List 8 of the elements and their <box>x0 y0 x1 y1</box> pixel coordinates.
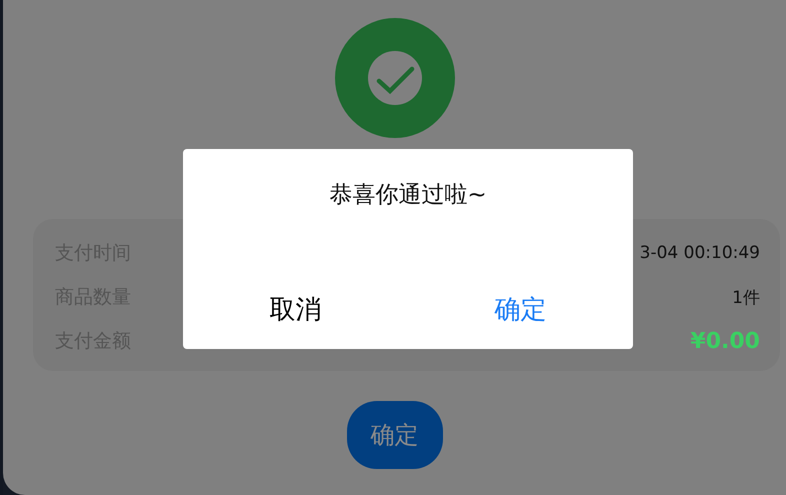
dialog-title: 恭喜你通过啦~ <box>328 181 488 210</box>
check-icon <box>334 18 454 138</box>
confirm-button[interactable]: 确定 <box>346 401 442 469</box>
detail-value: 1件 <box>732 286 760 308</box>
cancel-button[interactable]: 取消 <box>183 288 408 331</box>
detail-value: 3-04 00:10:49 <box>640 243 760 263</box>
confirm-button[interactable]: 确定 <box>408 288 633 331</box>
detail-value: ¥0.00 <box>690 328 760 354</box>
